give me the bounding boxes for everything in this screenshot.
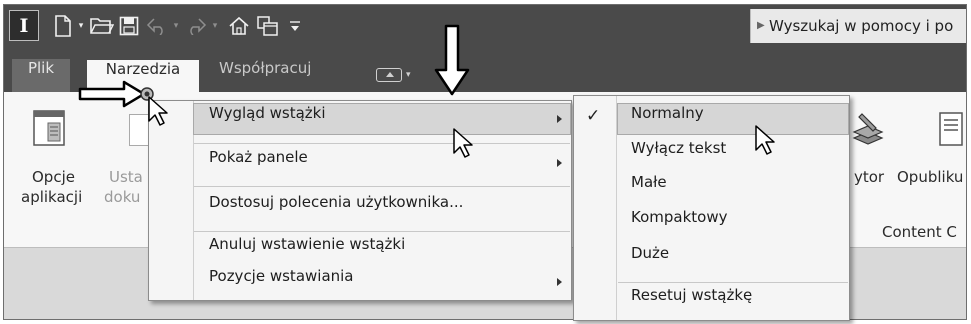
menu-item-label: Dostosuj polecenia użytkownika... [209,193,464,211]
new-file-icon[interactable] [52,13,74,39]
down-arrow-annotation-icon [434,24,470,96]
submenu-item-label: Kompaktowy [631,208,728,226]
menu-item-label: Pozycje wstawiania [209,267,354,285]
submenu-arrow-icon [557,115,562,123]
window-switch-icon[interactable] [254,13,282,39]
menu-divider [194,231,570,232]
app-options-icon[interactable] [32,109,66,151]
submenu-item-label: Normalny [631,104,704,122]
right-arrow-annotation-icon [78,80,146,108]
home-icon[interactable] [226,13,252,39]
mouse-cursor-icon [453,128,473,158]
doc-settings-label-2: doku [104,188,141,206]
content-editor-icon[interactable] [852,112,884,150]
submenu-item-label: Duże [631,244,670,262]
submenu-item-reset-ribbon[interactable]: Resetuj wstążkę [618,286,848,316]
submenu-arrow-icon [557,159,562,167]
ribbon-context-menu: Wygląd wstążki Pokaż panele Dostosuj pol… [148,100,572,301]
content-center-group-label: Content C [882,223,957,241]
menu-item-label: Anuluj wstawienie wstążki [209,235,406,253]
submenu-item-label: Małe [631,173,667,191]
ribbon-minimize-icon[interactable] [376,68,402,82]
submenu-icon-column-divider [616,96,617,320]
chevron-down-icon[interactable]: ▾ [170,13,182,39]
search-text: Wyszukaj w pomocy i po [769,17,954,35]
menu-item-undock-ribbon[interactable]: Anuluj wstawienie wstążki [194,235,570,265]
menu-item-docking-positions[interactable]: Pozycje wstawiania [194,267,570,297]
title-bar: I ▾ ▾ ▾ ▶ Wyszukaj w pomocy i po [4,5,966,59]
menu-divider [194,143,570,144]
menu-item-customize-commands[interactable]: Dostosuj polecenia użytkownika... [194,193,570,223]
chevron-down-icon[interactable]: ▾ [209,13,221,39]
publish-icon[interactable] [938,111,964,151]
submenu-item-small[interactable]: Małe [618,173,848,203]
chevron-down-icon[interactable]: ▾ [75,13,87,39]
chevron-down-icon[interactable]: ▾ [406,70,411,80]
menu-item-show-panels[interactable]: Pokaż panele [194,148,570,178]
submenu-item-text-off[interactable]: Wyłącz tekst [618,139,848,169]
customize-icon[interactable] [287,13,303,39]
publish-label: Opubliku [897,168,964,186]
mouse-cursor-icon [755,125,775,155]
app-logo[interactable]: I [9,10,39,41]
doc-settings-label-1: Usta [109,168,143,186]
submenu-item-label: Resetuj wstążkę [631,286,753,304]
submenu-item-label: Wyłącz tekst [631,139,727,157]
redo-icon[interactable] [184,13,208,39]
submenu-item-compact[interactable]: Kompaktowy [618,208,848,238]
ribbon-appearance-submenu: ✓ Normalny Wyłącz tekst Małe Kompaktowy … [573,95,850,321]
expand-arrow-icon: ▶ [757,20,765,31]
save-icon[interactable] [117,13,141,39]
submenu-divider [618,282,848,283]
submenu-item-large[interactable]: Duże [618,244,848,274]
undo-icon[interactable] [145,13,169,39]
menu-item-label: Wygląd wstążki [209,104,326,122]
mouse-cursor-icon [148,96,168,126]
tab-file[interactable]: Plik [12,59,70,92]
open-folder-icon[interactable] [89,13,115,39]
app-options-label-1: Opcje [32,168,75,186]
menu-item-ribbon-appearance[interactable]: Wygląd wstążki [193,103,571,135]
menu-divider [194,186,570,187]
submenu-item-normal[interactable]: Normalny [617,103,849,135]
app-options-label-2: aplikacji [21,188,83,206]
submenu-arrow-icon [557,278,562,286]
editor-label: ytor [854,168,885,186]
tab-collaborate[interactable]: Współpracuj [219,59,311,92]
help-search-input[interactable]: ▶ Wyszukaj w pomocy i po [750,9,966,43]
checkmark-icon: ✓ [586,106,601,126]
menu-item-label: Pokaż panele [209,148,308,166]
